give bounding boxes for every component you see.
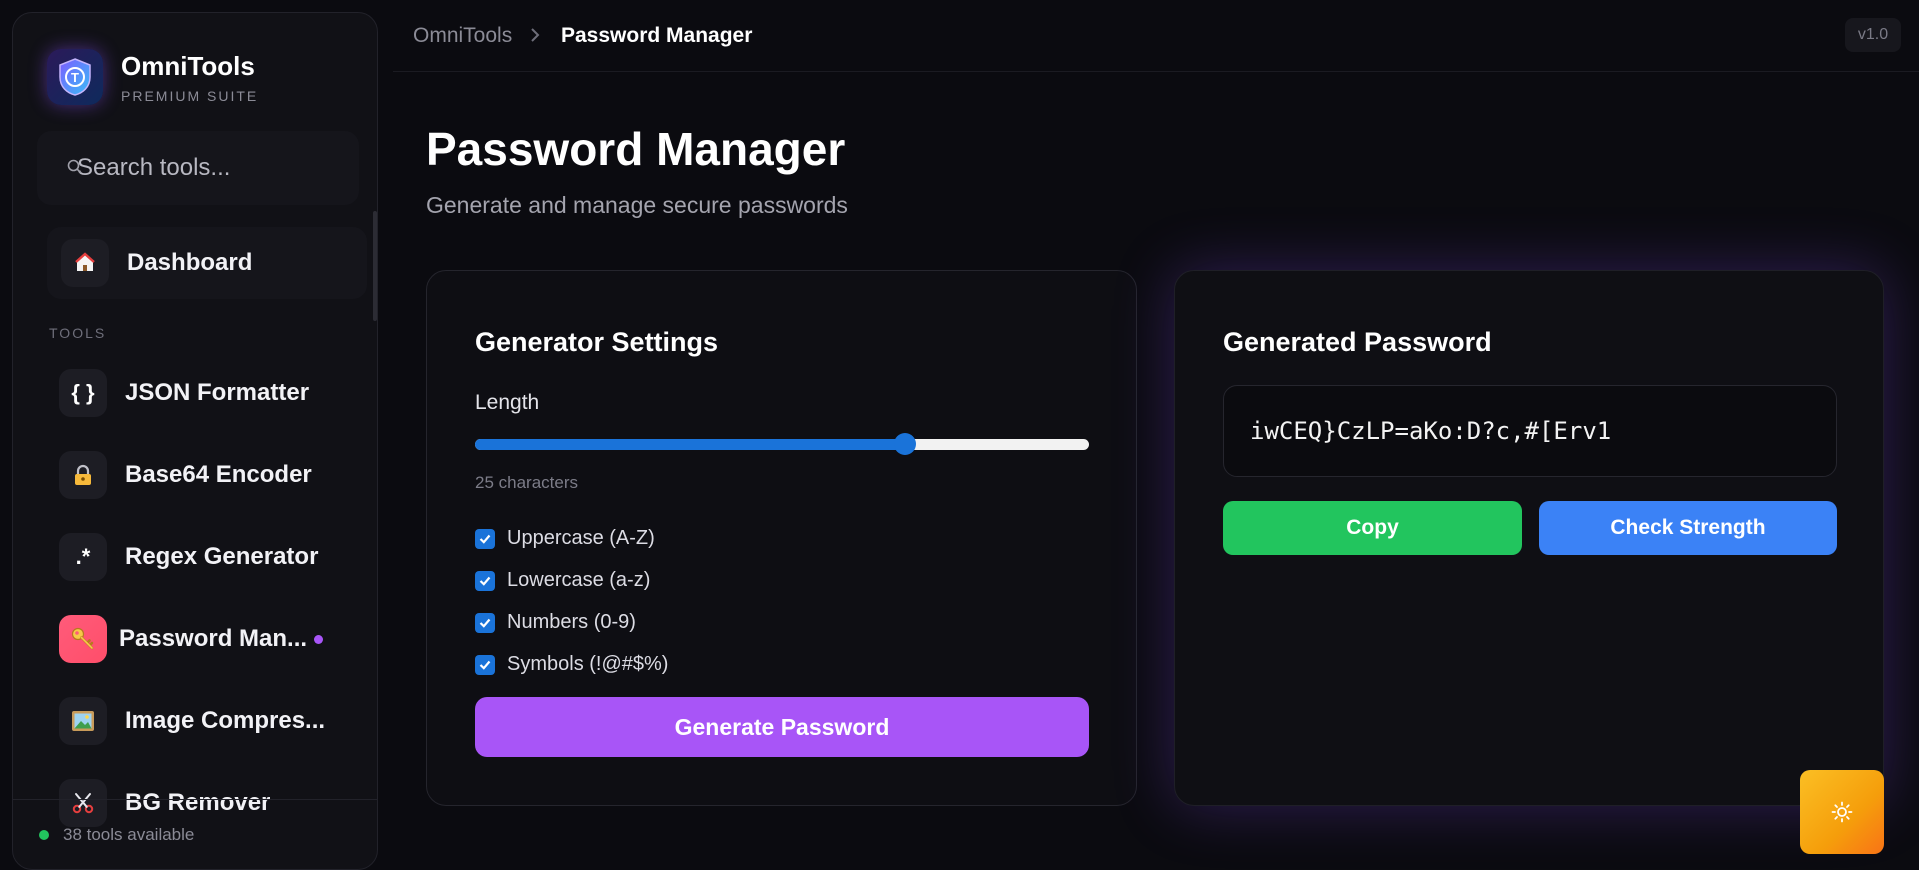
sidebar-footer: 38 tools available	[13, 799, 377, 869]
checkbox-checked[interactable]	[475, 655, 495, 675]
regex-icon: .*	[59, 533, 107, 581]
password-output-field[interactable]: iwCEQ}CzLP=aKo:D?c,#[Erv1	[1223, 385, 1837, 477]
option-lowercase[interactable]: Lowercase (a-z)	[475, 569, 650, 592]
generate-password-button[interactable]: Generate Password	[475, 697, 1089, 757]
sidebar-item-regex-generator[interactable]: .* Regex Generator	[59, 521, 369, 593]
generator-settings-card: Generator Settings Length 25 characters …	[426, 270, 1137, 806]
length-slider[interactable]	[475, 437, 1089, 451]
brand-name: OmniTools	[121, 51, 258, 82]
breadcrumb-current: Password Manager	[561, 24, 752, 48]
search-box	[37, 131, 359, 205]
image-icon	[59, 697, 107, 745]
checkbox-checked[interactable]	[475, 529, 495, 549]
option-uppercase[interactable]: Uppercase (A-Z)	[475, 527, 655, 550]
sidebar-item-label: Regex Generator	[125, 543, 318, 571]
braces-icon: { }	[59, 369, 107, 417]
checkbox-checked[interactable]	[475, 613, 495, 633]
tools-section-label: TOOLS	[49, 325, 106, 341]
page-subtitle: Generate and manage secure passwords	[426, 192, 848, 219]
sun-icon	[1831, 801, 1853, 823]
option-label: Numbers (0-9)	[507, 611, 636, 634]
slider-fill	[475, 439, 905, 450]
option-numbers[interactable]: Numbers (0-9)	[475, 611, 636, 634]
card-title: Generated Password	[1223, 327, 1492, 358]
sidebar-item-password-manager[interactable]: Password Man...	[59, 603, 369, 675]
logo-shield-icon: T	[47, 49, 103, 105]
sidebar-item-label: Password Man...	[119, 625, 307, 653]
search-input[interactable]	[77, 154, 337, 182]
breadcrumb-root[interactable]: OmniTools	[413, 24, 512, 48]
search-icon	[67, 159, 83, 175]
slider-thumb[interactable]	[894, 433, 916, 455]
brand[interactable]: T OmniTools PREMIUM SUITE	[47, 49, 258, 105]
sidebar-item-image-compressor[interactable]: Image Compres...	[59, 685, 369, 757]
option-label: Lowercase (a-z)	[507, 569, 650, 592]
check-strength-button[interactable]: Check Strength	[1539, 501, 1837, 555]
sidebar-item-base64-encoder[interactable]: Base64 Encoder	[59, 439, 369, 511]
theme-toggle-button[interactable]	[1800, 770, 1884, 854]
key-icon	[59, 615, 107, 663]
copy-button[interactable]: Copy	[1223, 501, 1522, 555]
chevron-right-icon	[529, 26, 541, 44]
sidebar-item-label: JSON Formatter	[125, 379, 309, 407]
length-label: Length	[475, 391, 539, 415]
sidebar-item-json-formatter[interactable]: { } JSON Formatter	[59, 357, 369, 429]
brand-subtitle: PREMIUM SUITE	[121, 88, 258, 104]
lock-icon	[59, 451, 107, 499]
checkbox-checked[interactable]	[475, 571, 495, 591]
sidebar-item-label: Dashboard	[127, 249, 252, 277]
active-indicator-dot	[314, 635, 323, 644]
house-icon	[61, 239, 109, 287]
generated-password-card: Generated Password iwCEQ}CzLP=aKo:D?c,#[…	[1174, 270, 1884, 806]
sidebar-item-label: Base64 Encoder	[125, 461, 312, 489]
sidebar-item-dashboard[interactable]: Dashboard	[47, 227, 367, 299]
card-title: Generator Settings	[475, 327, 718, 358]
option-label: Uppercase (A-Z)	[507, 527, 655, 550]
sidebar: T OmniTools PREMIUM SUITE Dashboard TOOL…	[12, 12, 378, 870]
page-title: Password Manager	[426, 122, 845, 176]
sidebar-item-label: Image Compres...	[125, 707, 325, 735]
svg-text:T: T	[71, 70, 79, 85]
generated-password: iwCEQ}CzLP=aKo:D?c,#[Erv1	[1250, 417, 1611, 445]
tools-count: 38 tools available	[63, 825, 194, 845]
version-badge: v1.0	[1845, 18, 1901, 52]
status-dot	[39, 830, 49, 840]
option-label: Symbols (!@#$%)	[507, 653, 668, 676]
top-bar: OmniTools Password Manager v1.0	[393, 0, 1919, 72]
option-symbols[interactable]: Symbols (!@#$%)	[475, 653, 668, 676]
character-count: 25 characters	[475, 473, 578, 493]
sidebar-scrollbar[interactable]	[373, 211, 377, 321]
